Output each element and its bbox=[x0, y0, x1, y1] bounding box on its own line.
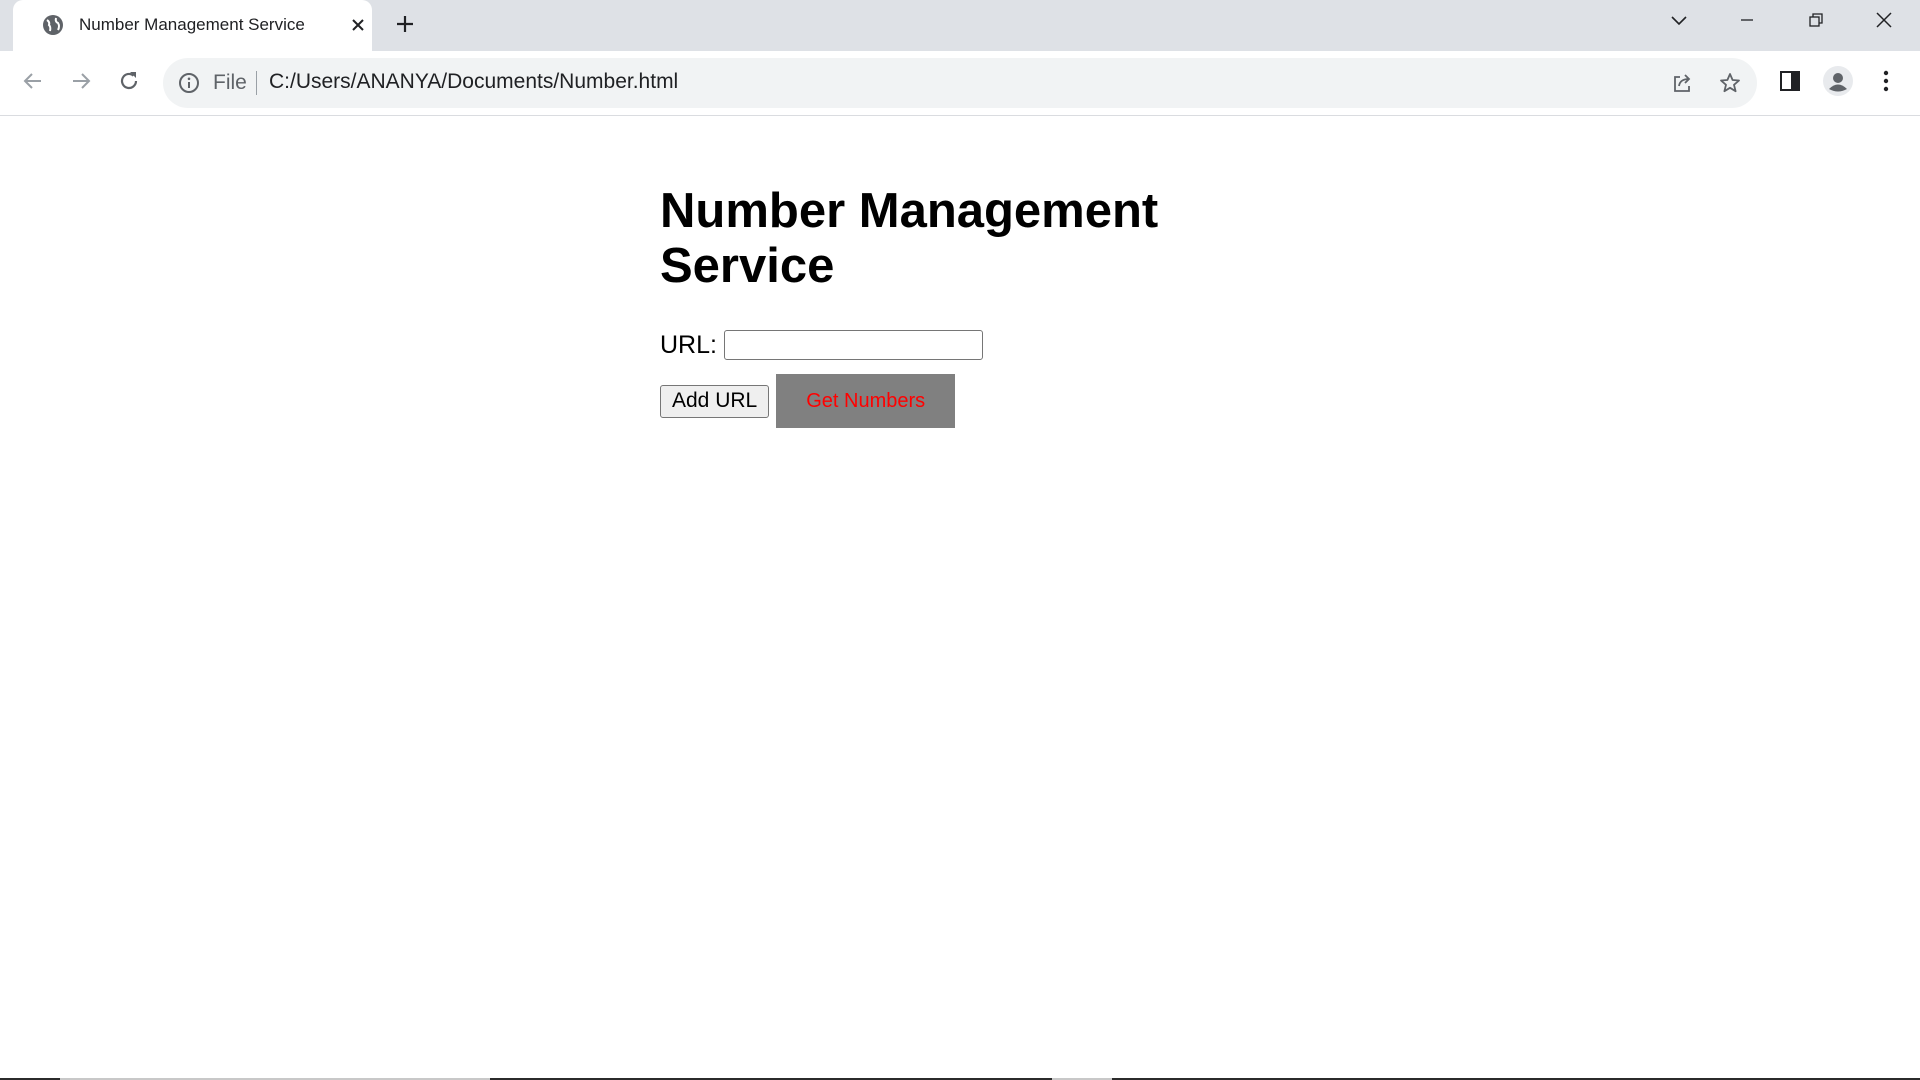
reload-button[interactable] bbox=[111, 65, 147, 101]
browser-window: Number Management Service File C:/Users/… bbox=[0, 0, 1920, 1080]
url-label: URL: bbox=[660, 330, 717, 359]
plus-icon bbox=[395, 14, 415, 39]
menu-button[interactable] bbox=[1868, 65, 1904, 101]
omnibox-divider bbox=[256, 71, 257, 95]
arrow-left-icon bbox=[21, 69, 45, 98]
scheme-label: File bbox=[213, 71, 247, 94]
side-panel-icon bbox=[1779, 70, 1801, 97]
get-numbers-button[interactable]: Get Numbers bbox=[776, 374, 956, 428]
tab-number-management[interactable]: Number Management Service bbox=[13, 0, 372, 51]
chevron-down-icon bbox=[1670, 13, 1688, 31]
globe-icon bbox=[42, 14, 64, 36]
star-icon[interactable] bbox=[1716, 69, 1744, 97]
profile-button[interactable] bbox=[1820, 65, 1856, 101]
address-bar[interactable]: File C:/Users/ANANYA/Documents/Number.ht… bbox=[163, 58, 1757, 108]
new-tab-button[interactable] bbox=[391, 12, 419, 40]
reload-icon bbox=[117, 69, 141, 98]
close-window-button[interactable] bbox=[1866, 8, 1902, 36]
close-icon bbox=[1875, 11, 1893, 34]
page-title: Number Management Service bbox=[660, 184, 1159, 293]
tab-title: Number Management Service bbox=[79, 15, 305, 34]
main-content: Number Management Service URL: Add URL G… bbox=[660, 184, 1180, 428]
minimize-icon bbox=[1739, 12, 1755, 33]
url-form-row: URL: bbox=[660, 328, 1180, 362]
url-text[interactable]: C:/Users/ANANYA/Documents/Number.html bbox=[269, 70, 678, 94]
back-button[interactable] bbox=[15, 65, 51, 101]
tab-search-button[interactable] bbox=[1661, 8, 1697, 36]
add-url-button[interactable]: Add URL bbox=[660, 384, 770, 418]
page-viewport: Number Management Service URL: Add URL G… bbox=[0, 116, 1920, 1080]
minimize-button[interactable] bbox=[1729, 8, 1765, 36]
url-input[interactable] bbox=[723, 330, 983, 360]
restore-button[interactable] bbox=[1798, 8, 1834, 36]
info-icon[interactable] bbox=[177, 71, 201, 95]
toolbar: File C:/Users/ANANYA/Documents/Number.ht… bbox=[0, 51, 1920, 116]
forward-button[interactable] bbox=[63, 65, 99, 101]
tab-strip: Number Management Service bbox=[0, 0, 1920, 51]
close-icon[interactable] bbox=[347, 14, 369, 36]
arrow-right-icon bbox=[69, 69, 93, 98]
restore-icon bbox=[1808, 12, 1824, 33]
button-row: Add URL Get Numbers bbox=[660, 374, 1180, 428]
kebab-menu-icon bbox=[1882, 70, 1890, 97]
side-panel-button[interactable] bbox=[1772, 65, 1808, 101]
share-icon[interactable] bbox=[1668, 69, 1696, 97]
avatar-icon bbox=[1823, 65, 1853, 101]
